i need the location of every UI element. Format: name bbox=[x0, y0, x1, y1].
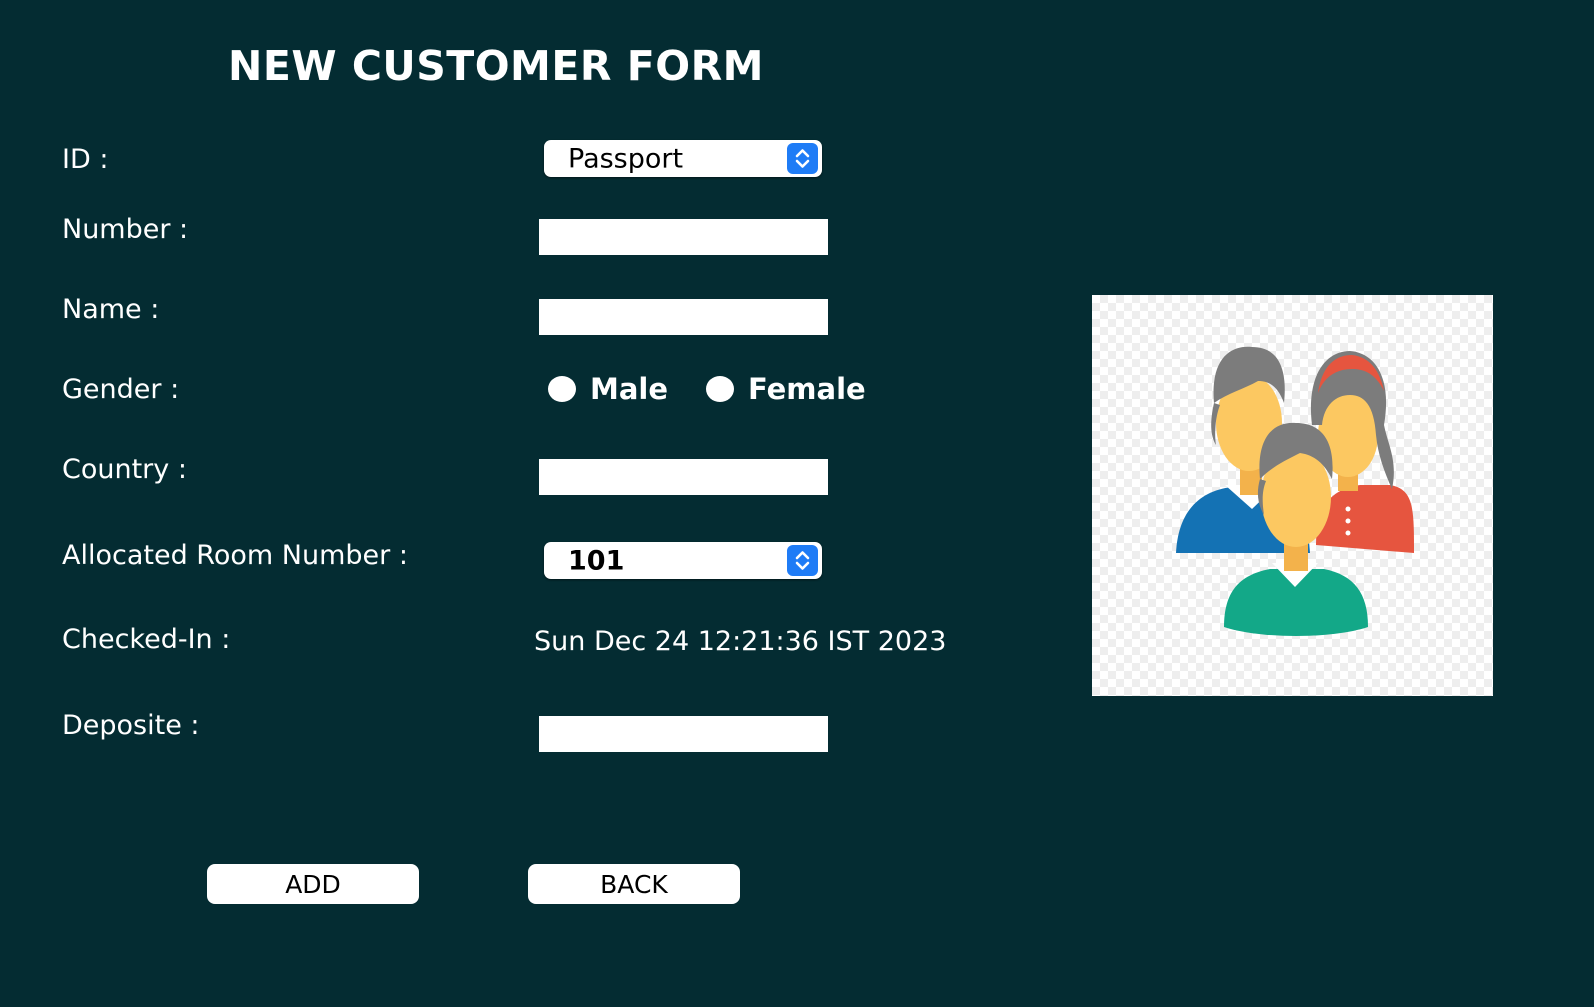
select-stepper-icon bbox=[787, 143, 818, 174]
add-button[interactable]: ADD bbox=[207, 864, 419, 904]
customer-image bbox=[1092, 295, 1493, 696]
gender-label: Gender : bbox=[62, 374, 180, 405]
id-type-selected-value: Passport bbox=[568, 143, 684, 174]
room-number-selected-value: 101 bbox=[568, 545, 625, 576]
gender-radio-female[interactable]: Female bbox=[706, 372, 866, 406]
checked-in-timestamp: Sun Dec 24 12:21:36 IST 2023 bbox=[534, 626, 947, 657]
name-input[interactable] bbox=[539, 299, 828, 335]
back-button[interactable]: BACK bbox=[528, 864, 740, 904]
customers-group-icon bbox=[1176, 346, 1414, 636]
number-input[interactable] bbox=[539, 219, 828, 255]
select-stepper-icon bbox=[787, 545, 818, 576]
gender-option-male-label: Male bbox=[590, 372, 669, 406]
deposit-label: Deposite : bbox=[62, 710, 200, 741]
country-input[interactable] bbox=[539, 459, 828, 495]
page-title: NEW CUSTOMER FORM bbox=[228, 42, 764, 90]
deposit-input[interactable] bbox=[539, 716, 828, 752]
gender-radio-male[interactable]: Male bbox=[548, 372, 668, 406]
room-number-label: Allocated Room Number : bbox=[62, 540, 408, 571]
checked-in-label: Checked-In : bbox=[62, 624, 231, 655]
radio-button-icon[interactable] bbox=[548, 376, 576, 402]
id-label: ID : bbox=[62, 144, 109, 175]
id-type-select[interactable]: Passport bbox=[544, 140, 822, 177]
gender-option-female-label: Female bbox=[748, 372, 866, 406]
radio-button-icon[interactable] bbox=[706, 376, 734, 402]
name-label: Name : bbox=[62, 294, 160, 325]
number-label: Number : bbox=[62, 214, 189, 245]
room-number-select[interactable]: 101 bbox=[544, 542, 822, 579]
country-label: Country : bbox=[62, 454, 187, 485]
